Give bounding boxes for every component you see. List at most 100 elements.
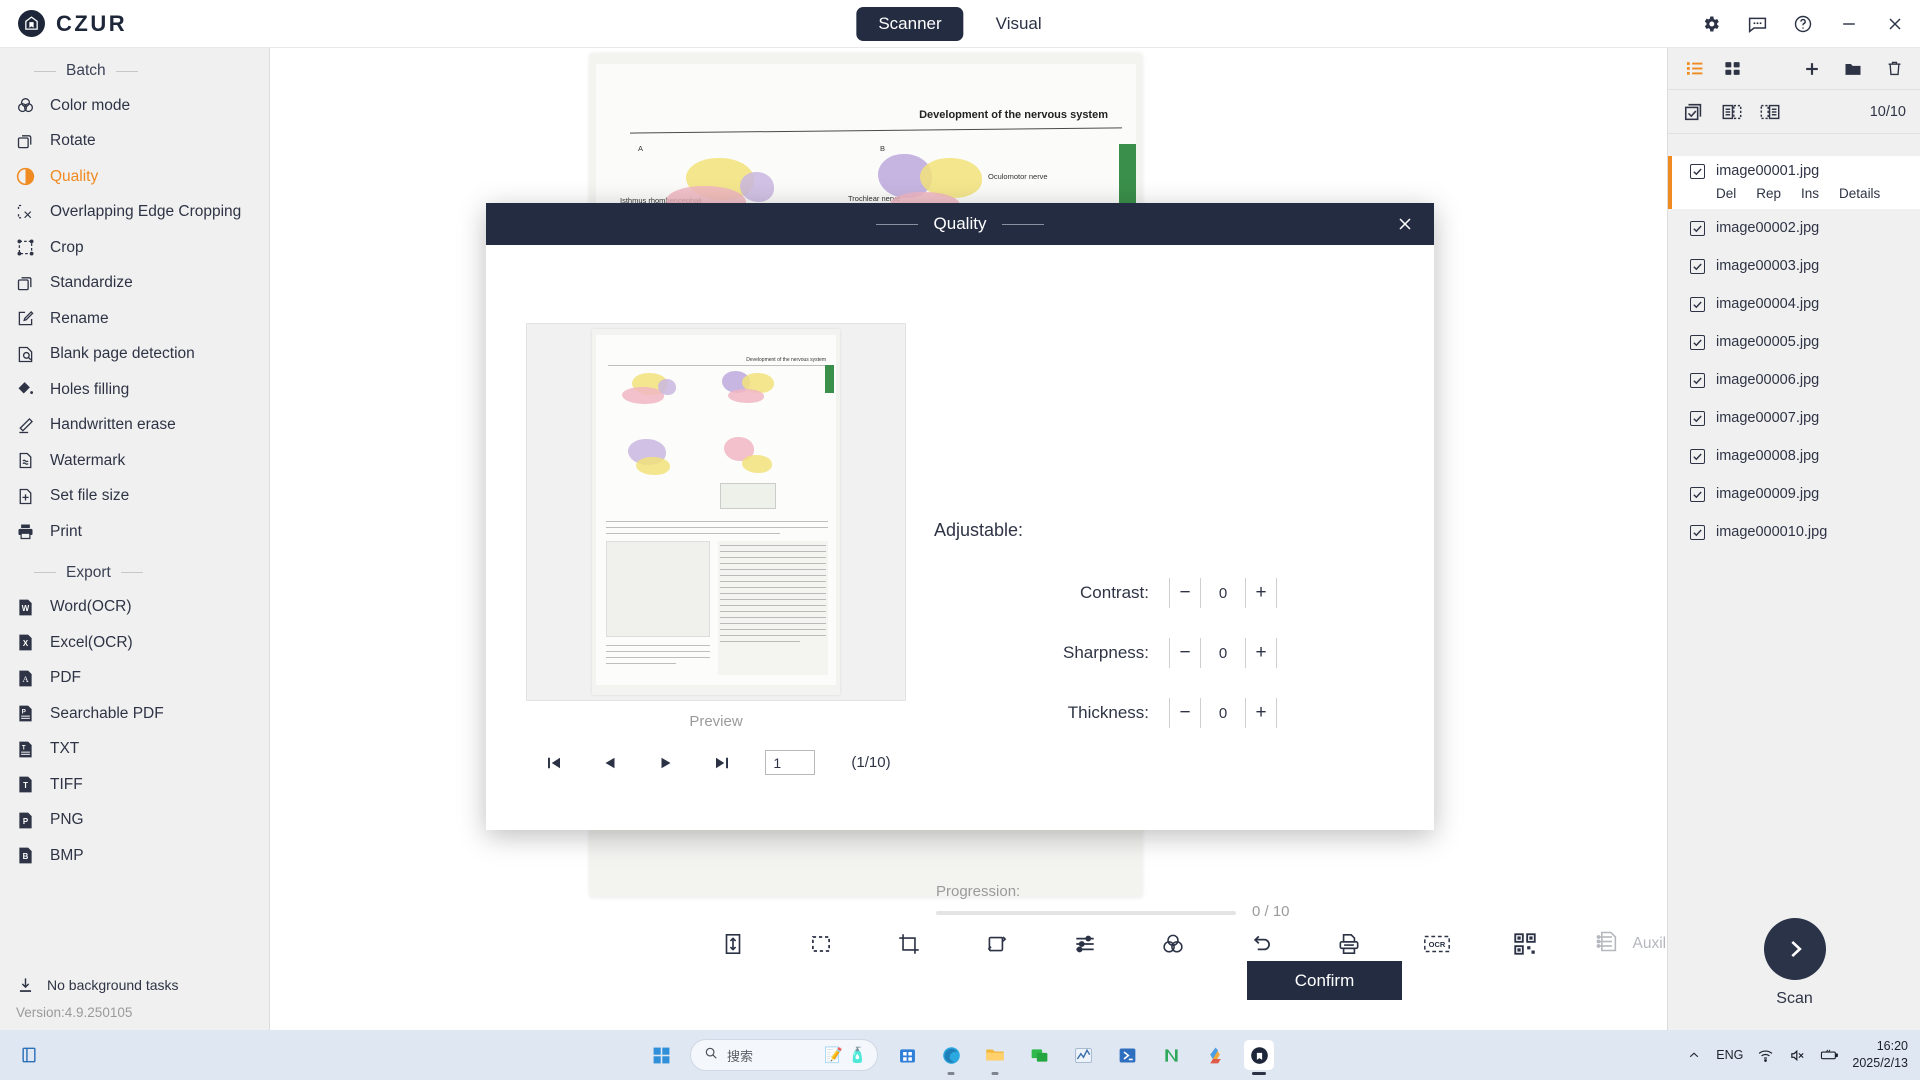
sidebar-item-png[interactable]: P PNG — [0, 803, 269, 839]
sidebar-item-print[interactable]: Print — [0, 514, 269, 550]
sidebar-item-color-mode[interactable]: Color mode — [0, 88, 269, 124]
file-checkbox[interactable] — [1690, 486, 1705, 502]
drive-app-icon[interactable] — [1200, 1040, 1230, 1070]
wifi-icon[interactable] — [1756, 1046, 1775, 1065]
sidebar-item-pdf[interactable]: A PDF — [0, 661, 269, 697]
select-all-icon[interactable] — [1682, 100, 1706, 124]
sidebar-item-quality[interactable]: Quality — [0, 159, 269, 195]
battery-charging-icon[interactable] — [1820, 1046, 1839, 1065]
file-action-details[interactable]: Details — [1839, 186, 1880, 201]
contrast-value[interactable]: 0 — [1200, 578, 1246, 608]
help-question-icon[interactable] — [1792, 13, 1814, 35]
next-page-button[interactable] — [653, 752, 679, 774]
last-page-button[interactable] — [709, 752, 735, 774]
list-item[interactable]: image00005.jpg — [1668, 323, 1920, 361]
color-mode-icon[interactable] — [1154, 925, 1192, 963]
chevron-up-icon[interactable] — [1684, 1046, 1703, 1065]
sidebar-item-excel-ocr[interactable]: X Excel(OCR) — [0, 625, 269, 661]
undo-icon[interactable] — [1242, 925, 1280, 963]
file-checkbox[interactable] — [1690, 163, 1705, 179]
taskbar-show-desktop-icon[interactable] — [14, 1040, 44, 1070]
sidebar-item-blank-page-detection[interactable]: Blank page detection — [0, 337, 269, 373]
sidebar-item-word-ocr[interactable]: W Word(OCR) — [0, 590, 269, 626]
rotate-icon[interactable] — [978, 925, 1016, 963]
add-icon[interactable] — [1800, 57, 1824, 81]
sharpness-decrement-button[interactable]: − — [1170, 638, 1200, 668]
tab-visual[interactable]: Visual — [974, 7, 1064, 41]
list-item[interactable]: image00006.jpg — [1668, 361, 1920, 399]
contrast-increment-button[interactable]: + — [1246, 578, 1276, 608]
sidebar-item-standardize[interactable]: Standardize — [0, 266, 269, 302]
sidebar-item-searchable-pdf[interactable]: P Searchable PDF — [0, 696, 269, 732]
file-checkbox[interactable] — [1690, 220, 1705, 236]
list-item[interactable]: image000010.jpg — [1668, 513, 1920, 551]
first-page-button[interactable] — [541, 752, 567, 774]
minimize-icon[interactable] — [1838, 13, 1860, 35]
select-even-icon[interactable] — [1758, 100, 1782, 124]
confirm-button[interactable]: Confirm — [1247, 961, 1402, 1000]
sidebar-item-handwritten-erase[interactable]: Handwritten erase — [0, 408, 269, 444]
sidebar-item-bmp[interactable]: B BMP — [0, 838, 269, 874]
sidebar-item-rotate[interactable]: Rotate — [0, 124, 269, 160]
sidebar-item-crop[interactable]: Crop — [0, 230, 269, 266]
close-icon[interactable] — [1392, 211, 1418, 237]
file-list[interactable]: image00001.jpg Del Rep Ins Details image… — [1668, 156, 1920, 850]
select-area-icon[interactable] — [802, 925, 840, 963]
file-explorer-icon[interactable] — [980, 1040, 1010, 1075]
language-indicator[interactable]: ENG — [1716, 1048, 1743, 1062]
file-checkbox[interactable] — [1690, 524, 1705, 540]
list-item[interactable]: image00001.jpg Del Rep Ins Details — [1668, 156, 1920, 209]
adjust-sliders-icon[interactable] — [1066, 925, 1104, 963]
file-checkbox[interactable] — [1690, 296, 1705, 312]
volume-muted-icon[interactable] — [1788, 1046, 1807, 1065]
chart-app-icon[interactable] — [1068, 1040, 1098, 1070]
ocr-icon[interactable]: OCR — [1418, 925, 1456, 963]
list-item[interactable]: image00003.jpg — [1668, 247, 1920, 285]
sidebar-item-watermark[interactable]: Watermark — [0, 443, 269, 479]
thickness-increment-button[interactable]: + — [1246, 698, 1276, 728]
czur-app-icon[interactable] — [1244, 1040, 1274, 1075]
fit-height-icon[interactable] — [714, 925, 752, 963]
sidebar-item-overlapping-edge-cropping[interactable]: Overlapping Edge Cropping — [0, 195, 269, 231]
print-icon[interactable] — [1330, 925, 1368, 963]
scan-button[interactable]: Scan — [1668, 918, 1920, 1008]
list-item[interactable]: image00009.jpg — [1668, 475, 1920, 513]
tab-scanner[interactable]: Scanner — [856, 6, 964, 41]
file-action-ins[interactable]: Ins — [1801, 186, 1819, 201]
sidebar-item-rename[interactable]: Rename — [0, 301, 269, 337]
sidebar-item-txt[interactable]: T TXT — [0, 732, 269, 768]
file-checkbox[interactable] — [1690, 334, 1705, 350]
file-checkbox[interactable] — [1690, 410, 1705, 426]
page-number-input[interactable] — [765, 750, 816, 775]
close-icon[interactable] — [1884, 13, 1906, 35]
list-item[interactable]: image00008.jpg — [1668, 437, 1920, 475]
file-checkbox[interactable] — [1690, 448, 1705, 464]
feedback-chat-icon[interactable] — [1746, 13, 1768, 35]
edge-icon[interactable] — [936, 1040, 966, 1075]
crop-icon[interactable] — [890, 925, 928, 963]
list-item[interactable]: image00002.jpg — [1668, 209, 1920, 247]
windows-start-icon[interactable] — [646, 1040, 676, 1070]
prev-page-button[interactable] — [597, 752, 623, 774]
contrast-decrement-button[interactable]: − — [1170, 578, 1200, 608]
n-app-icon[interactable] — [1156, 1040, 1186, 1070]
select-odd-icon[interactable] — [1720, 100, 1744, 124]
sharpness-increment-button[interactable]: + — [1246, 638, 1276, 668]
thickness-decrement-button[interactable]: − — [1170, 698, 1200, 728]
grid-view-icon[interactable] — [1720, 57, 1744, 81]
list-view-icon[interactable] — [1682, 57, 1706, 81]
search-input[interactable]: 搜索 📝 🧴 — [690, 1039, 878, 1071]
qrcode-icon[interactable] — [1506, 925, 1544, 963]
file-checkbox[interactable] — [1690, 372, 1705, 388]
file-action-rep[interactable]: Rep — [1756, 186, 1781, 201]
sidebar-item-tiff[interactable]: T TIFF — [0, 767, 269, 803]
sharpness-value[interactable]: 0 — [1200, 638, 1246, 668]
file-action-del[interactable]: Del — [1716, 186, 1736, 201]
settings-gear-icon[interactable] — [1700, 13, 1722, 35]
file-checkbox[interactable] — [1690, 258, 1705, 274]
sidebar-item-holes-filling[interactable]: Holes filling — [0, 372, 269, 408]
background-task-status[interactable]: No background tasks — [14, 969, 270, 1001]
chat-green-icon[interactable] — [1024, 1040, 1054, 1070]
sidebar-item-set-file-size[interactable]: Set file size — [0, 479, 269, 515]
list-item[interactable]: image00007.jpg — [1668, 399, 1920, 437]
